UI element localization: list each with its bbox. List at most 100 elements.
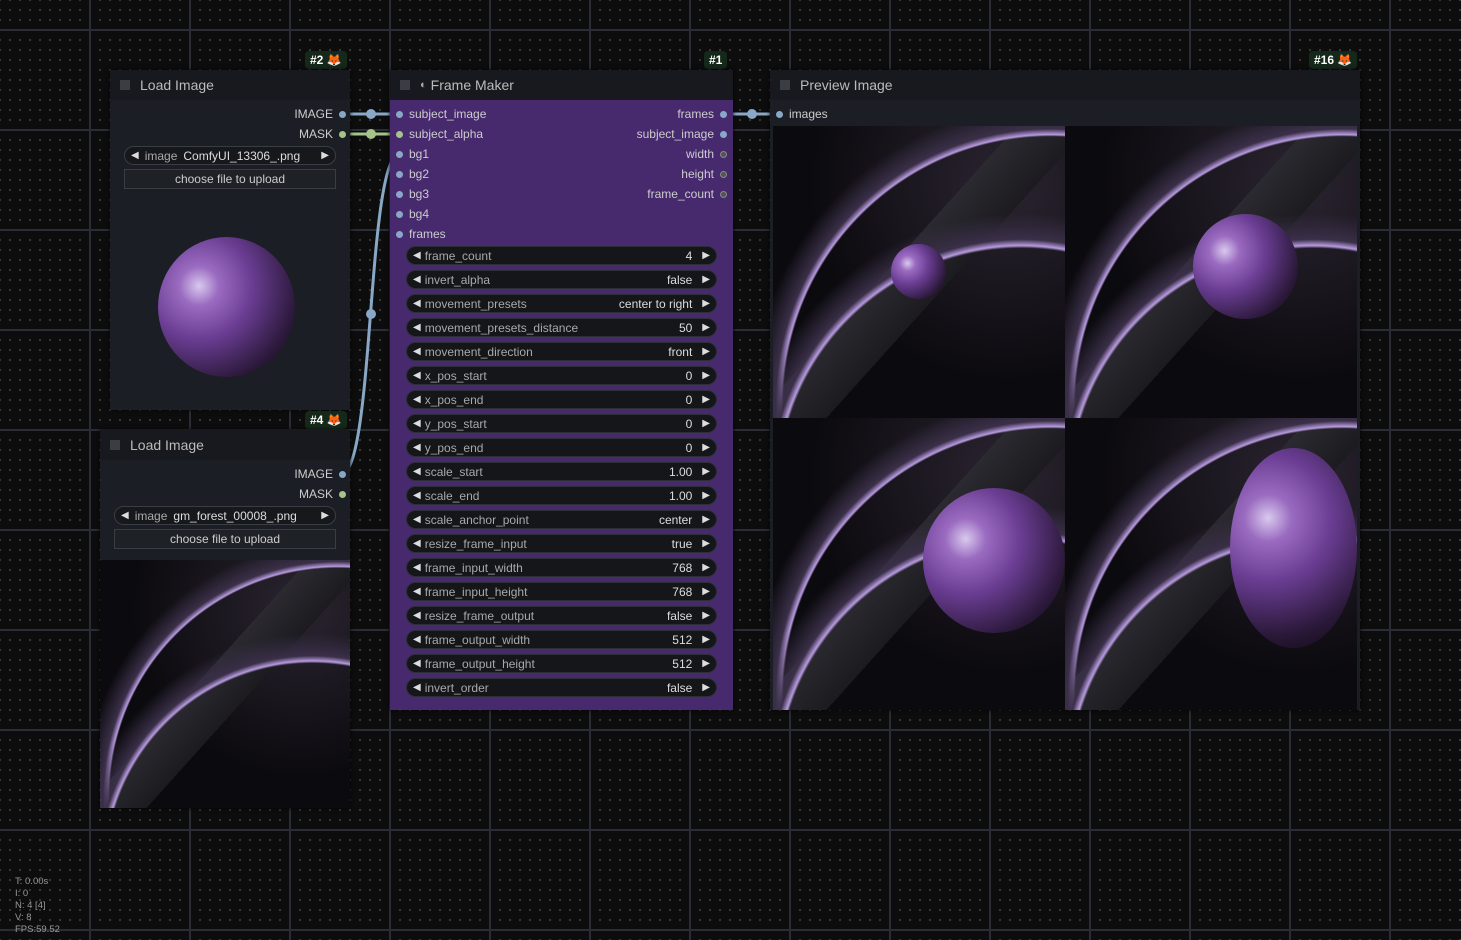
input-subject_alpha[interactable]: subject_alpha [396,127,483,141]
input-subject_image[interactable]: subject_image [396,107,486,121]
output-height[interactable]: height [681,167,727,181]
node-title-bar[interactable]: Preview Image [770,70,1360,100]
arrow-left-icon[interactable]: ◀ [413,418,421,429]
output-mask[interactable]: MASK [299,487,346,501]
output-subject_image[interactable]: subject_image [637,127,727,141]
widget-resize_frame_input[interactable]: ◀ resize_frame_input true ▶ [406,534,717,553]
preview-frame[interactable] [1065,418,1357,710]
arrow-left-icon[interactable]: ◀ [413,298,421,309]
output-mask[interactable]: MASK [299,127,346,141]
upload-button[interactable]: choose file to upload [124,169,336,189]
slot-dot[interactable] [776,110,783,118]
arrow-right-icon[interactable]: ▶ [702,298,710,309]
widget-y_pos_end[interactable]: ◀ y_pos_end 0 ▶ [406,438,717,457]
arrow-left-icon[interactable]: ◀ [413,586,421,597]
frame-maker-node[interactable]: ◐ Frame Maker subject_image subject_alphab… [390,70,733,710]
arrow-left-icon[interactable]: ◀ [413,514,421,525]
arrow-right-icon[interactable]: ▶ [702,610,710,621]
output-frames[interactable]: frames [677,107,727,121]
widget-frame_output_height[interactable]: ◀ frame_output_height 512 ▶ [406,654,717,673]
arrow-right-icon[interactable]: ▶ [702,490,710,501]
arrow-left-icon[interactable]: ◀ [413,322,421,333]
arrow-left-icon[interactable]: ◀ [413,466,421,477]
slot-dot[interactable] [720,190,727,198]
slot-dot[interactable] [720,170,727,178]
node-title-bar[interactable]: ◐ Frame Maker [390,70,733,100]
input-frames[interactable]: frames [396,227,446,241]
arrow-left-icon[interactable]: ◀ [413,490,421,501]
arrow-left-icon[interactable]: ◀ [413,346,421,357]
arrow-right-icon[interactable]: ▶ [702,682,710,693]
arrow-right-icon[interactable]: ▶ [702,394,710,405]
collapse-icon[interactable] [400,80,410,90]
arrow-left-icon[interactable]: ◀ [413,538,421,549]
widget-x_pos_end[interactable]: ◀ x_pos_end 0 ▶ [406,390,717,409]
slot-dot[interactable] [720,110,727,118]
node-title-bar[interactable]: Load Image [100,430,350,460]
preview-frame[interactable] [773,126,1065,418]
slot-dot[interactable] [396,110,403,118]
slot-dot[interactable] [396,150,403,158]
arrow-right-icon[interactable]: ▶ [321,510,329,521]
collapse-icon[interactable] [110,440,120,450]
input-bg2[interactable]: bg2 [396,167,429,181]
arrow-right-icon[interactable]: ▶ [702,538,710,549]
widget-invert_alpha[interactable]: ◀ invert_alpha false ▶ [406,270,717,289]
arrow-right-icon[interactable]: ▶ [702,346,710,357]
input-bg3[interactable]: bg3 [396,187,429,201]
slot-dot[interactable] [339,130,346,138]
preview-frame[interactable] [773,418,1065,710]
widget-frame_output_width[interactable]: ◀ frame_output_width 512 ▶ [406,630,717,649]
arrow-right-icon[interactable]: ▶ [702,418,710,429]
preview-frame[interactable] [1065,126,1357,418]
slot-dot[interactable] [396,210,403,218]
arrow-left-icon[interactable]: ◀ [413,442,421,453]
arrow-left-icon[interactable]: ◀ [413,250,421,261]
arrow-right-icon[interactable]: ▶ [702,322,710,333]
arrow-left-icon[interactable]: ◀ [121,510,129,521]
widget-x_pos_start[interactable]: ◀ x_pos_start 0 ▶ [406,366,717,385]
slot-dot[interactable] [396,190,403,198]
output-image[interactable]: IMAGE [294,107,346,121]
arrow-left-icon[interactable]: ◀ [413,274,421,285]
image-select[interactable]: ◀ image ComfyUI_13306_.png ▶ [124,146,336,165]
slot-dot[interactable] [396,230,403,238]
upload-button[interactable]: choose file to upload [114,529,336,549]
slot-dot[interactable] [396,170,403,178]
output-frame_count[interactable]: frame_count [647,187,727,201]
arrow-left-icon[interactable]: ◀ [413,370,421,381]
arrow-left-icon[interactable]: ◀ [413,682,421,693]
widget-scale_end[interactable]: ◀ scale_end 1.00 ▶ [406,486,717,505]
slot-dot[interactable] [339,470,346,478]
arrow-right-icon[interactable]: ▶ [702,586,710,597]
widget-frame_input_width[interactable]: ◀ frame_input_width 768 ▶ [406,558,717,577]
arrow-right-icon[interactable]: ▶ [702,274,710,285]
slot-dot[interactable] [720,150,727,158]
input-bg1[interactable]: bg1 [396,147,429,161]
output-image[interactable]: IMAGE [294,467,346,481]
arrow-right-icon[interactable]: ▶ [702,634,710,645]
arrow-left-icon[interactable]: ◀ [413,562,421,573]
arrow-left-icon[interactable]: ◀ [413,610,421,621]
image-select[interactable]: ◀ image gm_forest_00008_.png ▶ [114,506,336,525]
arrow-right-icon[interactable]: ▶ [702,442,710,453]
arrow-right-icon[interactable]: ▶ [702,562,710,573]
load-image-node-2[interactable]: Load Image IMAGE MASK ◀ image gm_forest_00… [100,430,350,808]
arrow-right-icon[interactable]: ▶ [702,466,710,477]
widget-scale_anchor_point[interactable]: ◀ scale_anchor_point center ▶ [406,510,717,529]
slot-dot[interactable] [720,130,727,138]
widget-y_pos_start[interactable]: ◀ y_pos_start 0 ▶ [406,414,717,433]
arrow-left-icon[interactable]: ◀ [413,658,421,669]
widget-frame_input_height[interactable]: ◀ frame_input_height 768 ▶ [406,582,717,601]
widget-movement_direction[interactable]: ◀ movement_direction front ▶ [406,342,717,361]
widget-resize_frame_output[interactable]: ◀ resize_frame_output false ▶ [406,606,717,625]
widget-frame_count[interactable]: ◀ frame_count 4 ▶ [406,246,717,265]
widget-movement_presets[interactable]: ◀ movement_presets center to right ▶ [406,294,717,313]
collapse-icon[interactable] [780,80,790,90]
arrow-right-icon[interactable]: ▶ [321,150,329,161]
collapse-icon[interactable] [120,80,130,90]
output-width[interactable]: width [686,147,727,161]
widget-invert_order[interactable]: ◀ invert_order false ▶ [406,678,717,697]
arrow-right-icon[interactable]: ▶ [702,370,710,381]
slot-dot[interactable] [339,490,346,498]
